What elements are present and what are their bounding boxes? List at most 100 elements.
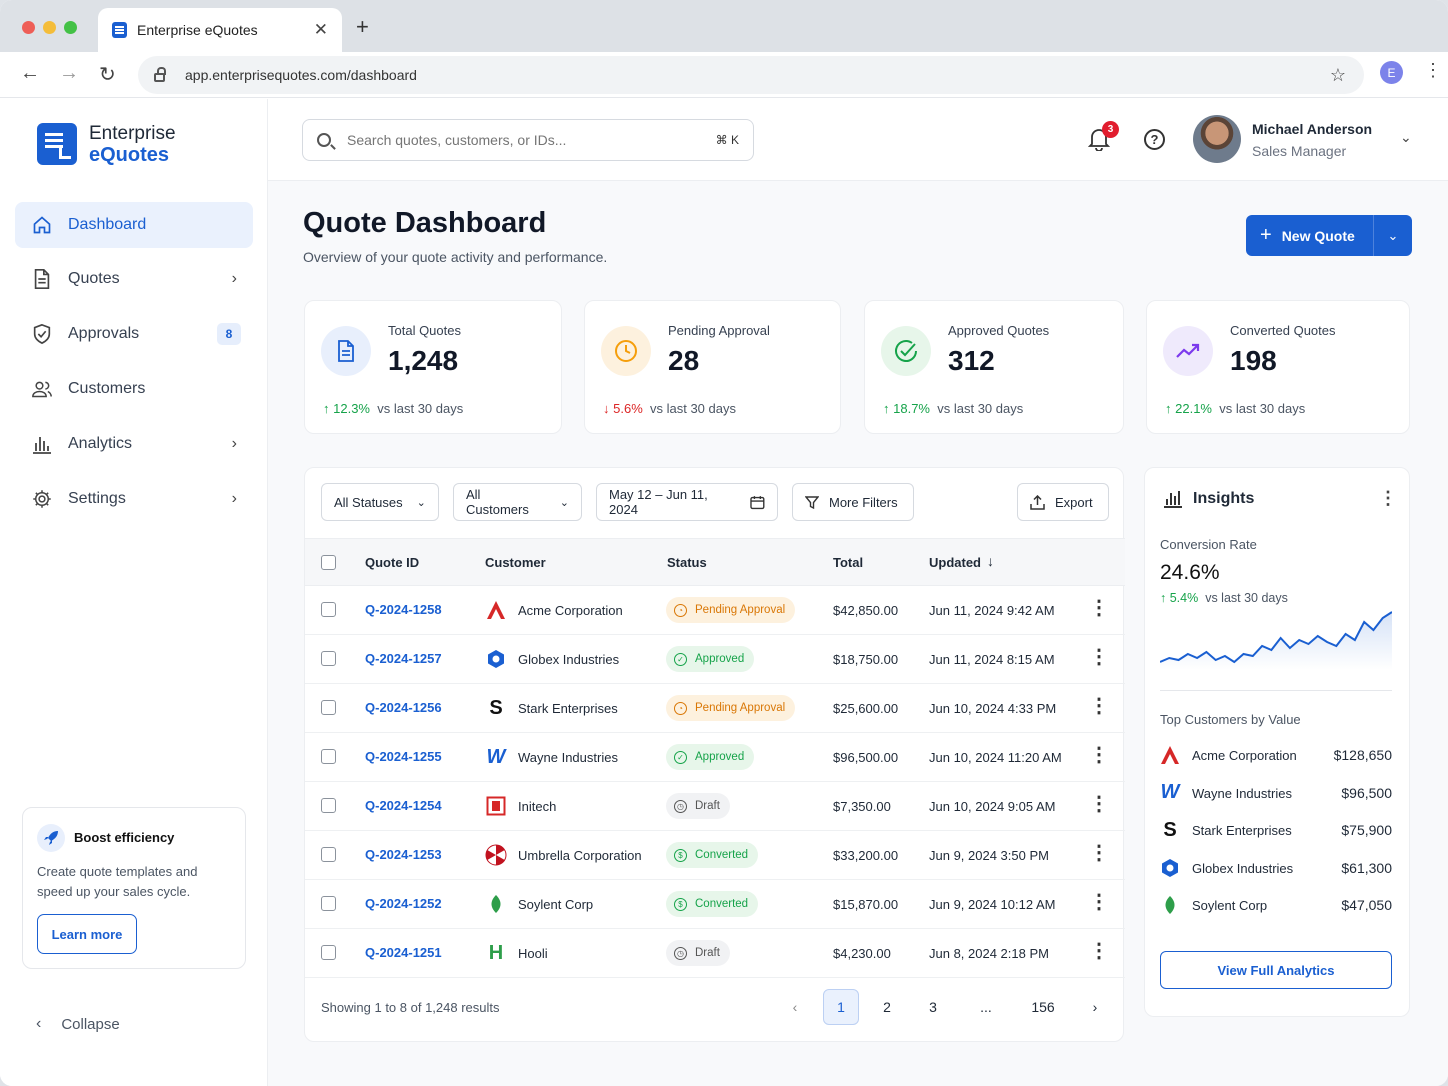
customers-filter-dropdown[interactable]: All Customers ⌄ bbox=[453, 483, 582, 521]
table-row[interactable]: Q-2024-1251 H Hooli ◷ Draft $4,230.00 Jun 8, 2… bbox=[305, 929, 1125, 978]
more-filters-button[interactable]: More Filters bbox=[792, 483, 914, 521]
page-button-2[interactable]: 2 bbox=[869, 989, 905, 1025]
new-tab-icon[interactable]: + bbox=[356, 14, 369, 40]
more-filters-label: More Filters bbox=[829, 494, 898, 510]
reload-icon[interactable]: ↻ bbox=[99, 62, 116, 87]
row-checkbox[interactable] bbox=[321, 896, 336, 911]
close-tab-icon[interactable]: ✕ bbox=[314, 20, 328, 40]
browser-profile-avatar[interactable]: E bbox=[1380, 61, 1403, 84]
minimize-window-button[interactable] bbox=[43, 21, 56, 34]
export-button[interactable]: Export bbox=[1017, 483, 1109, 521]
row-actions-menu-icon[interactable]: ⋮ bbox=[1089, 794, 1109, 814]
sort-arrow-down-icon[interactable]: ↓ bbox=[987, 553, 994, 569]
insights-menu-icon[interactable]: ⋮ bbox=[1379, 488, 1397, 509]
customer-logo-icon: W bbox=[486, 745, 506, 768]
quote-id-link[interactable]: Q-2024-1254 bbox=[365, 798, 442, 813]
table-row[interactable]: Q-2024-1255 W Wayne Industries ✓ Approved $96… bbox=[305, 733, 1125, 782]
row-checkbox[interactable] bbox=[321, 798, 336, 813]
brand-name-line1: Enterprise bbox=[89, 123, 176, 144]
quote-id-link[interactable]: Q-2024-1256 bbox=[365, 700, 442, 715]
close-window-button[interactable] bbox=[22, 21, 35, 34]
browser-tab[interactable]: Enterprise eQuotes ✕ bbox=[98, 8, 342, 52]
view-full-analytics-button[interactable]: View Full Analytics bbox=[1160, 951, 1392, 989]
row-actions-menu-icon[interactable]: ⋮ bbox=[1089, 647, 1109, 667]
column-header-updated[interactable]: Updated bbox=[929, 555, 981, 570]
column-header-status[interactable]: Status bbox=[667, 555, 707, 570]
row-actions-menu-icon[interactable]: ⋮ bbox=[1089, 598, 1109, 618]
sidebar-item-analytics[interactable]: Analytics › bbox=[15, 421, 253, 467]
column-header-total[interactable]: Total bbox=[833, 555, 863, 570]
page-button-last[interactable]: 156 bbox=[1025, 989, 1061, 1025]
maximize-window-button[interactable] bbox=[64, 21, 77, 34]
bar-chart-icon bbox=[1164, 491, 1182, 508]
notifications-button[interactable]: 3 bbox=[1087, 121, 1119, 156]
quote-id-link[interactable]: Q-2024-1253 bbox=[365, 847, 442, 862]
status-filter-dropdown[interactable]: All Statuses ⌄ bbox=[321, 483, 439, 521]
prev-page-icon[interactable]: ‹ bbox=[777, 989, 813, 1025]
learn-more-button[interactable]: Learn more bbox=[37, 914, 137, 954]
next-page-icon[interactable]: › bbox=[1077, 989, 1113, 1025]
row-actions-menu-icon[interactable]: ⋮ bbox=[1089, 843, 1109, 863]
quote-id-link[interactable]: Q-2024-1258 bbox=[365, 602, 442, 617]
new-quote-menu-chevron-icon[interactable]: ⌄ bbox=[1374, 228, 1412, 244]
stat-card-approved-quotes: Approved Quotes 312 ↑ 18.7% vs last 30 d… bbox=[864, 300, 1124, 434]
bookmark-star-icon[interactable]: ☆ bbox=[1330, 65, 1346, 86]
table-row[interactable]: Q-2024-1254 Initech ◷ Draft $7,350.00 Jun 10,… bbox=[305, 782, 1125, 831]
row-checkbox[interactable] bbox=[321, 749, 336, 764]
url-field[interactable]: app.enterprisequotes.com/dashboard ☆ bbox=[138, 56, 1364, 94]
row-actions-menu-icon[interactable]: ⋮ bbox=[1089, 745, 1109, 765]
quote-id-link[interactable]: Q-2024-1252 bbox=[365, 896, 442, 911]
table-row[interactable]: Q-2024-1256 S Stark Enterprises ◔ Pending Ap… bbox=[305, 684, 1125, 733]
sidebar-item-quotes[interactable]: Quotes › bbox=[15, 256, 253, 302]
new-quote-button[interactable]: + New Quote bbox=[1246, 215, 1374, 256]
select-all-checkbox[interactable] bbox=[321, 555, 336, 570]
table-row[interactable]: Q-2024-1252 Soylent Corp $ Converted $15,870… bbox=[305, 880, 1125, 929]
date-range-picker[interactable]: May 12 – Jun 11, 2024 bbox=[596, 483, 778, 521]
sidebar-item-settings[interactable]: Settings › bbox=[15, 476, 253, 522]
table-row[interactable]: Q-2024-1258 Acme Corporation ◔ Pending Appr… bbox=[305, 586, 1125, 635]
row-checkbox[interactable] bbox=[321, 847, 336, 862]
sidebar-item-customers[interactable]: Customers bbox=[15, 366, 253, 412]
row-actions-menu-icon[interactable]: ⋮ bbox=[1089, 941, 1109, 961]
column-header-quote-id[interactable]: Quote ID bbox=[365, 555, 419, 570]
row-checkbox[interactable] bbox=[321, 945, 336, 960]
row-checkbox[interactable] bbox=[321, 651, 336, 666]
top-customer-item[interactable]: Soylent Corp $47,050 bbox=[1160, 894, 1392, 918]
back-icon[interactable]: ← bbox=[20, 62, 40, 85]
search-box[interactable]: ⌘ K bbox=[302, 119, 754, 161]
brand-name-line2: eQuotes bbox=[89, 144, 170, 166]
quote-id-link[interactable]: Q-2024-1251 bbox=[365, 945, 442, 960]
top-customer-item[interactable]: S Stark Enterprises $75,900 bbox=[1160, 819, 1392, 843]
table-row[interactable]: Q-2024-1257 Globex Industries ✓ Approved $18… bbox=[305, 635, 1125, 684]
row-checkbox[interactable] bbox=[321, 700, 336, 715]
top-customer-name: Soylent Corp bbox=[1192, 898, 1268, 913]
page-button-3[interactable]: 3 bbox=[915, 989, 951, 1025]
top-customer-name: Stark Enterprises bbox=[1192, 823, 1292, 838]
plus-icon: + bbox=[1260, 224, 1272, 246]
top-customer-item[interactable]: Acme Corporation $128,650 bbox=[1160, 744, 1392, 768]
table-row[interactable]: Q-2024-1253 Umbrella Corporation $ Converte… bbox=[305, 831, 1125, 880]
column-header-customer[interactable]: Customer bbox=[485, 555, 546, 570]
row-actions-menu-icon[interactable]: ⋮ bbox=[1089, 696, 1109, 716]
quote-id-link[interactable]: Q-2024-1255 bbox=[365, 749, 442, 764]
collapse-sidebar-button[interactable]: ‹ Collapse bbox=[36, 1015, 120, 1033]
sidebar-item-dashboard[interactable]: Dashboard bbox=[15, 202, 253, 248]
help-icon[interactable]: ? bbox=[1144, 129, 1165, 150]
customer-logo-icon bbox=[1160, 857, 1180, 879]
row-actions-menu-icon[interactable]: ⋮ bbox=[1089, 892, 1109, 912]
forward-icon[interactable]: → bbox=[59, 62, 79, 85]
insights-title: Insights bbox=[1193, 490, 1255, 507]
sidebar-item-approvals[interactable]: Approvals 8 bbox=[15, 311, 253, 357]
top-customer-item[interactable]: Globex Industries $61,300 bbox=[1160, 857, 1392, 881]
top-customer-item[interactable]: W Wayne Industries $96,500 bbox=[1160, 781, 1392, 806]
page-button-1[interactable]: 1 bbox=[823, 989, 859, 1025]
avatar[interactable] bbox=[1193, 115, 1241, 163]
quote-id-link[interactable]: Q-2024-1257 bbox=[365, 651, 442, 666]
chevron-down-icon[interactable]: ⌄ bbox=[1400, 129, 1412, 146]
browser-menu-icon[interactable]: ⋮ bbox=[1424, 60, 1442, 81]
status-text: Draft bbox=[695, 947, 720, 959]
search-input[interactable] bbox=[347, 132, 697, 148]
status-text: Approved bbox=[695, 653, 745, 665]
row-checkbox[interactable] bbox=[321, 602, 336, 617]
stat-delta: ↑ 22.1% vs last 30 days bbox=[1165, 401, 1305, 416]
